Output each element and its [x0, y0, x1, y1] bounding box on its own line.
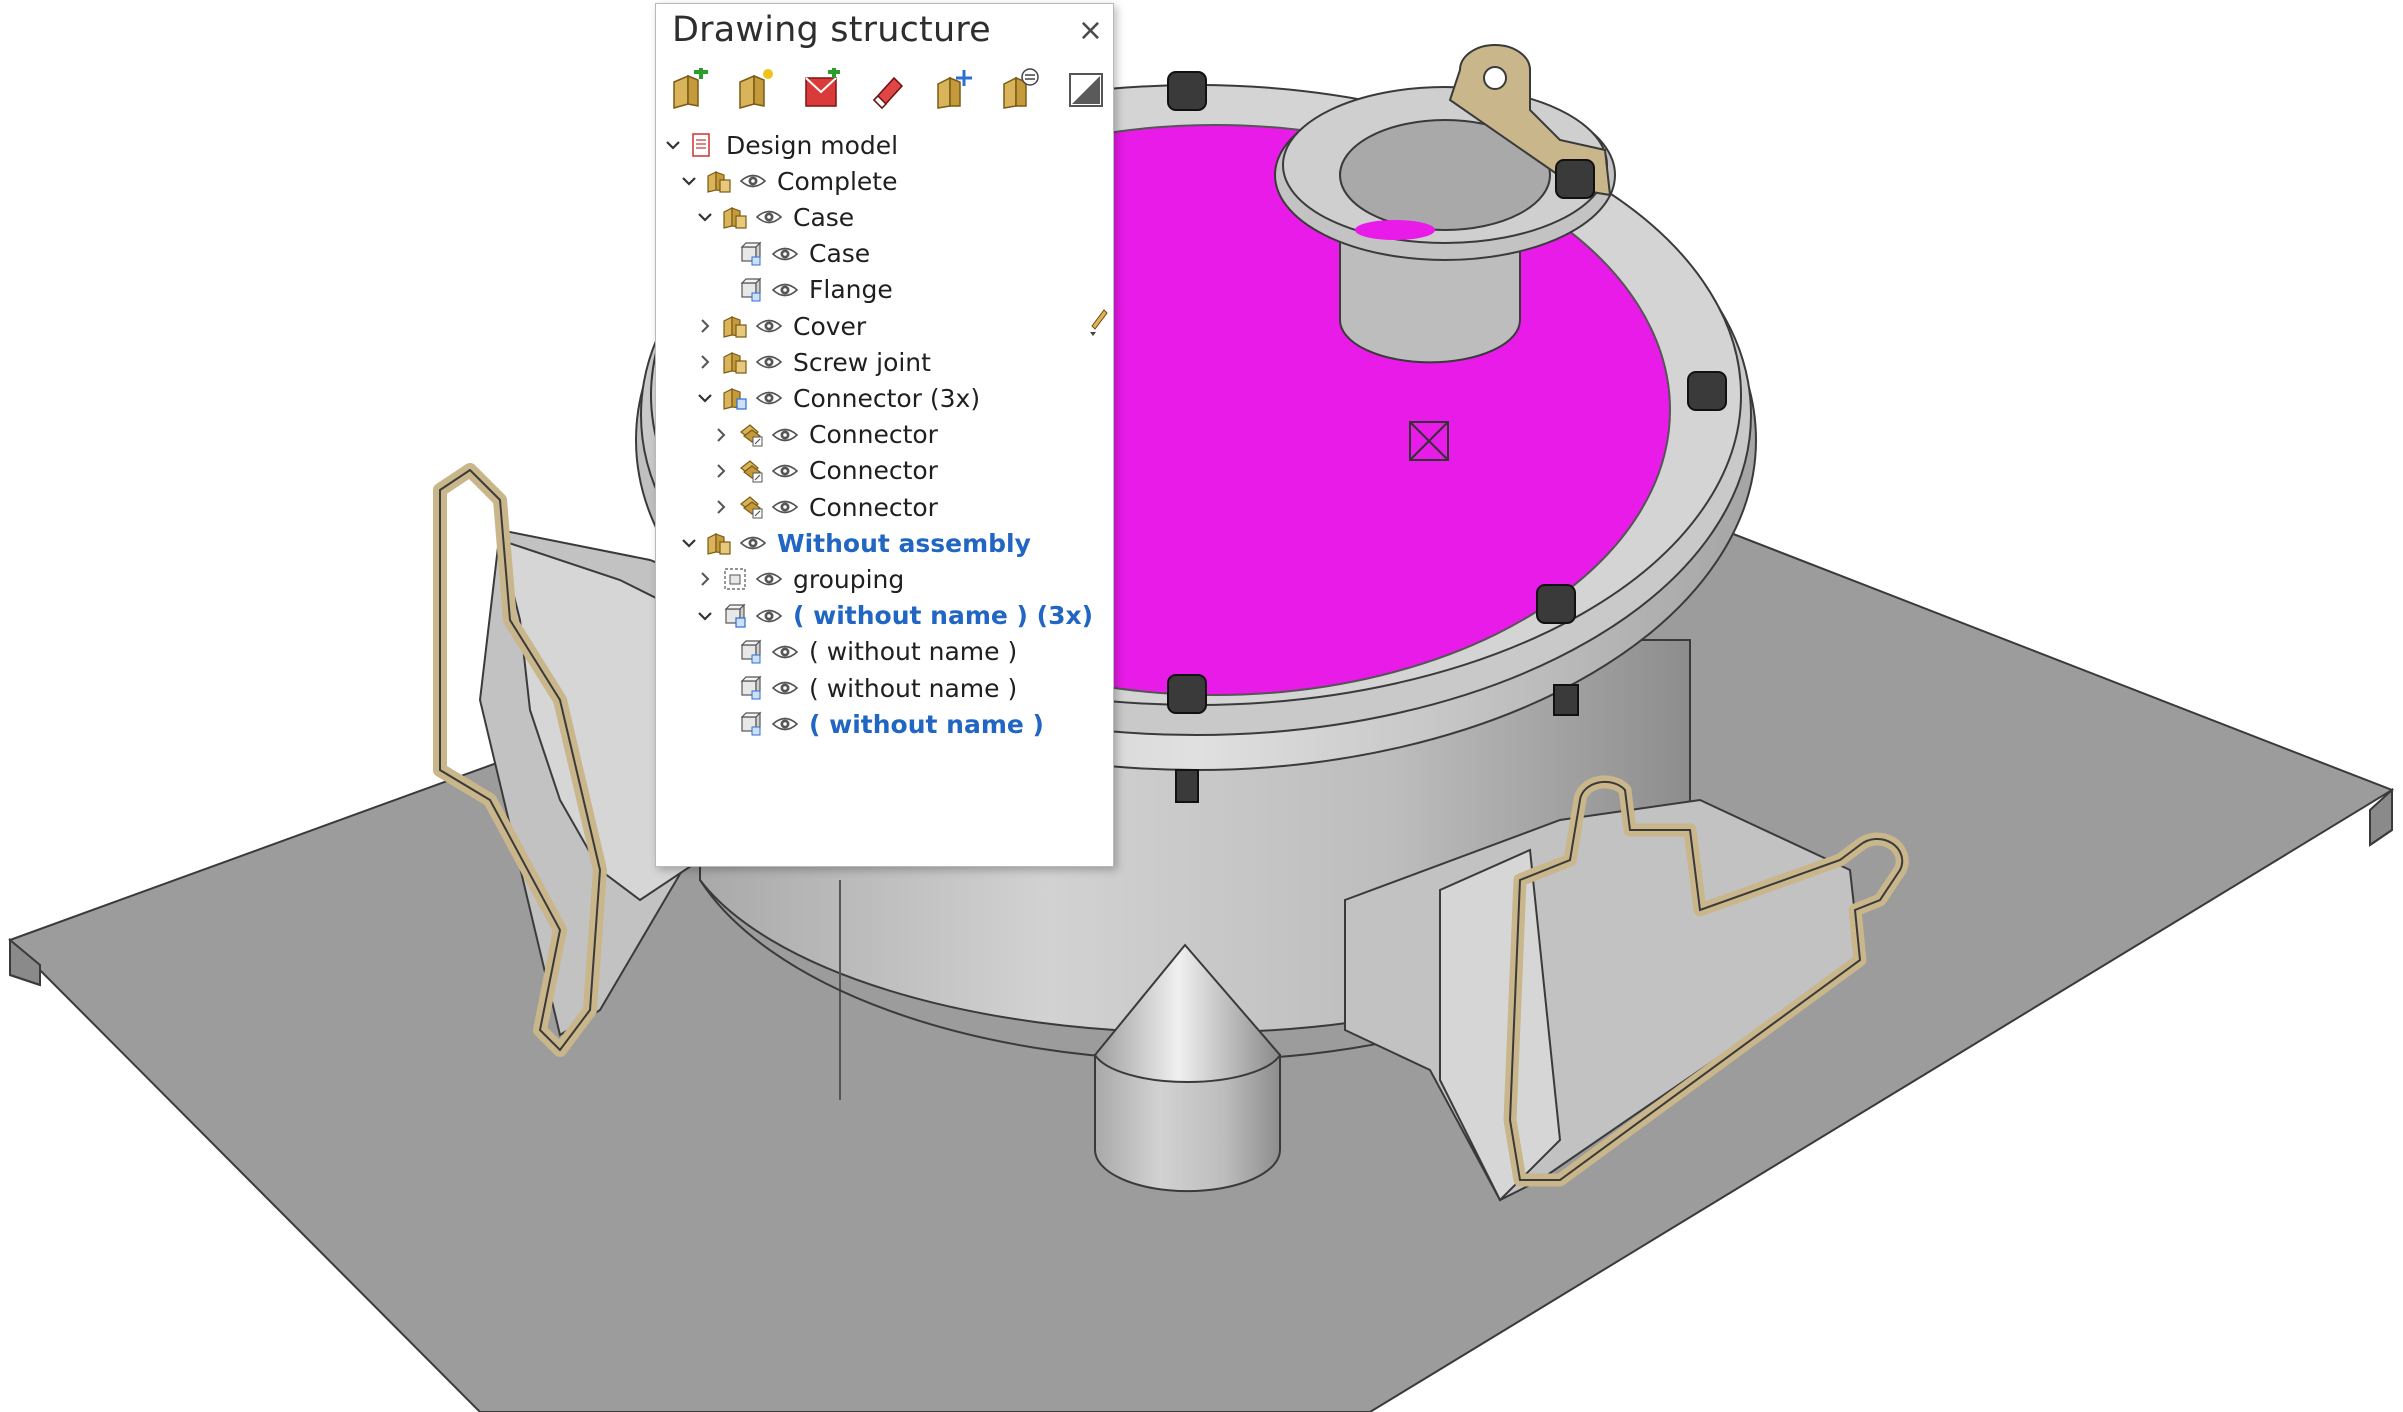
assembly-icon: [706, 528, 734, 558]
tree-item-label: Case: [793, 202, 855, 232]
close-button[interactable]: ×: [1078, 16, 1103, 46]
tree-item-label: Complete: [777, 166, 898, 196]
tree-row[interactable]: Case: [694, 200, 854, 234]
connector-icon: [738, 420, 766, 450]
tree-item-label: Connector: [809, 492, 938, 522]
panel-title: Drawing structure: [672, 10, 991, 50]
tree-row[interactable]: Case: [710, 237, 870, 271]
assembly-multi-icon: [722, 383, 750, 413]
chevron-right-icon[interactable]: [710, 418, 732, 452]
chevron-down-icon[interactable]: [694, 599, 716, 633]
tree-row[interactable]: ( without name ): [710, 635, 1017, 669]
new-assembly-icon[interactable]: [670, 68, 710, 110]
chevron-right-icon[interactable]: [710, 454, 732, 488]
tree-item-label: Connector: [809, 456, 938, 486]
tree-item-label: Design model: [726, 130, 899, 160]
tree-item-label: Connector (3x): [793, 383, 981, 413]
chevron-down-icon[interactable]: [678, 526, 700, 560]
part-icon: [738, 239, 766, 269]
part-multi-icon: [722, 601, 750, 631]
visibility-eye-icon[interactable]: [739, 528, 769, 558]
assembly-icon: [722, 311, 750, 341]
visibility-eye-icon[interactable]: [771, 709, 801, 739]
edit-pen-icon[interactable]: [1086, 306, 1110, 340]
visibility-eye-icon[interactable]: [771, 637, 801, 667]
tree-item-label: Case: [809, 239, 871, 269]
cad-model[interactable]: [0, 0, 2403, 1412]
visibility-eye-icon[interactable]: [771, 275, 801, 305]
chevron-down-icon[interactable]: [678, 164, 700, 198]
cad-viewport[interactable]: [0, 0, 2403, 1412]
chevron-right-icon[interactable]: [694, 345, 716, 379]
shading-toggle-icon[interactable]: [1066, 68, 1106, 110]
visibility-eye-icon[interactable]: [771, 456, 801, 486]
chevron-down-icon[interactable]: [694, 381, 716, 415]
tree-item-label: ( without name ): [809, 709, 1044, 739]
visibility-eye-icon[interactable]: [755, 383, 785, 413]
eraser-icon[interactable]: [868, 68, 908, 110]
swap-assembly-icon[interactable]: [1000, 68, 1040, 110]
tree-row[interactable]: ( without name ): [710, 671, 1017, 705]
document-icon: [690, 130, 718, 160]
part-icon: [738, 673, 766, 703]
visibility-eye-icon[interactable]: [755, 601, 785, 631]
visibility-eye-icon[interactable]: [771, 239, 801, 269]
tree-row[interactable]: Flange: [710, 273, 893, 307]
visibility-eye-icon[interactable]: [755, 311, 785, 341]
visibility-eye-icon[interactable]: [771, 492, 801, 522]
add-sheet-icon[interactable]: [802, 68, 842, 110]
connector-icon: [738, 492, 766, 522]
part-icon: [738, 637, 766, 667]
visibility-eye-icon[interactable]: [771, 673, 801, 703]
tree-row[interactable]: Connector (3x): [694, 381, 980, 415]
assembly-icon: [722, 347, 750, 377]
panel-toolbar: [670, 68, 1106, 114]
tree-item-label: ( without name ): [809, 673, 1018, 703]
tree-item-label: grouping: [793, 564, 905, 594]
part-icon: [738, 709, 766, 739]
drawing-structure-panel: Drawing structure × Design model Complete…: [655, 3, 1114, 867]
chevron-down-icon[interactable]: [694, 200, 716, 234]
new-part-icon[interactable]: [736, 68, 776, 110]
tree-row[interactable]: Complete: [678, 164, 897, 198]
chevron-right-icon[interactable]: [694, 309, 716, 343]
tree-row[interactable]: Design model: [662, 128, 898, 162]
tree-row[interactable]: grouping: [694, 562, 904, 596]
visibility-eye-icon[interactable]: [739, 166, 769, 196]
tree-item-label: Connector: [809, 420, 938, 450]
grouping-icon: [722, 564, 750, 594]
tree-row[interactable]: Connector: [710, 490, 938, 524]
chevron-right-icon[interactable]: [710, 490, 732, 524]
tree-row[interactable]: Cover: [694, 309, 866, 343]
tree-row[interactable]: Screw joint: [694, 345, 931, 379]
chevron-right-icon[interactable]: [694, 562, 716, 596]
visibility-eye-icon[interactable]: [755, 564, 785, 594]
visibility-eye-icon[interactable]: [771, 420, 801, 450]
tree-item-label: Screw joint: [793, 347, 931, 377]
tree-item-label: ( without name ): [809, 637, 1018, 667]
tree-row[interactable]: Connector: [710, 454, 938, 488]
move-assembly-icon[interactable]: [934, 68, 974, 110]
assembly-icon: [706, 166, 734, 196]
connector-icon: [738, 456, 766, 486]
tree-row[interactable]: Without assembly: [678, 526, 1031, 560]
visibility-eye-icon[interactable]: [755, 202, 785, 232]
tree-row[interactable]: ( without name ) (3x): [694, 599, 1093, 633]
tree-row[interactable]: Connector: [710, 418, 938, 452]
tree-item-label: ( without name ) (3x): [793, 601, 1094, 631]
tree-item-label: Cover: [793, 311, 867, 341]
part-icon: [738, 275, 766, 305]
tree-item-label: Flange: [809, 275, 893, 305]
visibility-eye-icon[interactable]: [755, 347, 785, 377]
chevron-down-icon[interactable]: [662, 128, 684, 162]
tree-item-label: Without assembly: [777, 528, 1031, 558]
assembly-icon: [722, 202, 750, 232]
tree-row[interactable]: ( without name ): [710, 707, 1044, 741]
